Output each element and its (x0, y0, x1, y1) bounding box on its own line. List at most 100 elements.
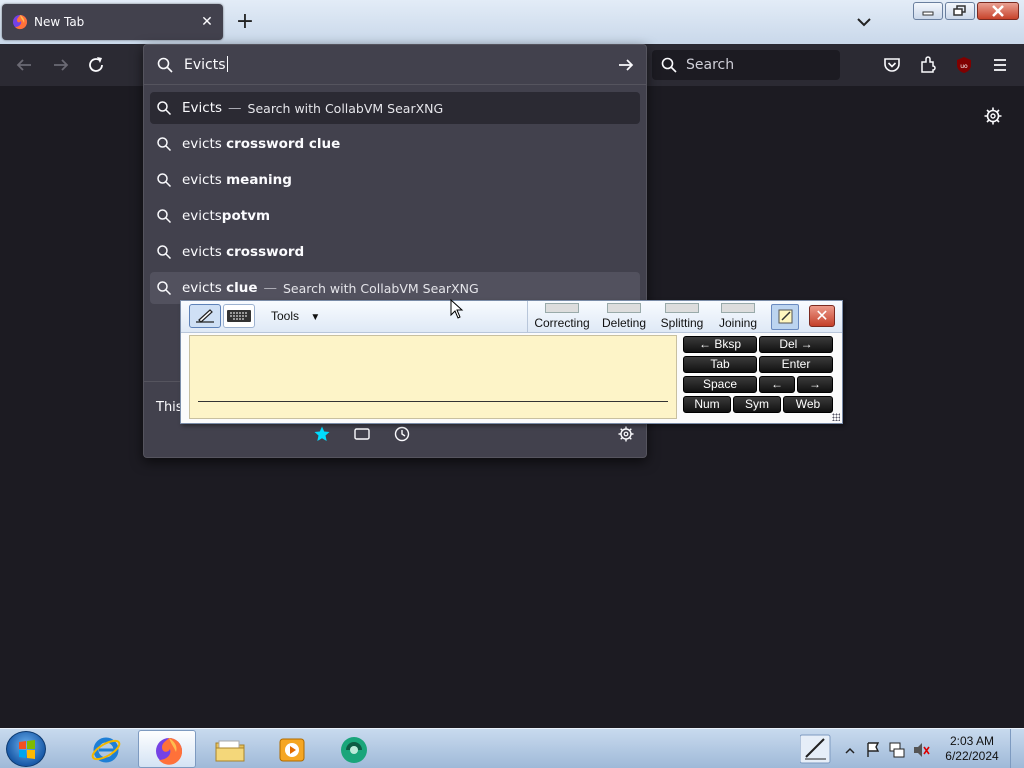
new-tab-plus-icon[interactable]: + (233, 10, 257, 34)
back-arrow-icon[interactable] (13, 54, 35, 76)
backspace-key[interactable]: ← Bksp (683, 336, 757, 353)
internet-explorer-icon (91, 737, 121, 763)
suggestion-text: Evicts (182, 100, 223, 116)
tab-strip: New Tab ✕ + (0, 0, 1024, 44)
suggestion-row[interactable]: Evicts — Search with CollabVM SearXNG (150, 92, 640, 124)
go-arrow-icon[interactable] (616, 55, 636, 75)
deleting-gesture-icon (607, 303, 641, 313)
taskbar-app-green[interactable] (324, 730, 382, 768)
suggestion-bold-text: potvm (221, 208, 271, 224)
address-bar-value[interactable]: Evicts (184, 57, 226, 73)
search-icon (157, 209, 172, 224)
delete-key[interactable]: Del → (759, 336, 833, 353)
suggestion-row[interactable]: evicts crossword clue (150, 128, 640, 160)
search-icon (157, 173, 172, 188)
keyboard-mode-button[interactable] (223, 304, 255, 328)
sym-key[interactable]: Sym (733, 396, 781, 413)
firefox-icon (13, 15, 28, 30)
history-clock-icon[interactable] (393, 425, 411, 443)
notification-area (799, 729, 930, 768)
joining-gesture-icon (721, 303, 755, 313)
gesture-splitting[interactable]: Splitting (656, 303, 708, 330)
svg-text:uo: uo (960, 63, 968, 70)
green-circle-app-icon (341, 737, 367, 763)
suggestion-text: evicts (182, 280, 227, 296)
suggestion-text: evicts (182, 172, 227, 188)
search-icon (157, 57, 173, 73)
personalize-newtab-gear-icon[interactable] (983, 106, 1003, 126)
start-button[interactable] (6, 731, 46, 767)
right-arrow-key[interactable]: → (797, 376, 833, 393)
tools-dropdown-icon: ▼ (310, 312, 321, 323)
search-icon (661, 57, 677, 73)
taskbar-media-player[interactable] (262, 730, 320, 768)
window-controls (913, 2, 1019, 20)
ublock-origin-icon[interactable]: uo (953, 54, 975, 76)
suggestion-action: Search with CollabVM SearXNG (247, 100, 444, 116)
tools-label: Tools (271, 309, 300, 323)
suggestion-text: evicts (182, 136, 227, 152)
search-bar[interactable]: Search (652, 50, 840, 80)
windows-logo-icon (19, 740, 35, 759)
web-key[interactable]: Web (783, 396, 833, 413)
suggestion-bold-text: meaning (226, 172, 292, 188)
search-icon (157, 245, 172, 260)
writing-baseline (198, 401, 668, 402)
num-key[interactable]: Num (683, 396, 731, 413)
enter-key[interactable]: Enter (759, 356, 833, 373)
close-input-panel-button[interactable]: ✕ (809, 305, 835, 327)
tablet-input-panel: Tools ▼ Correcting Deleting Splitting Jo… (180, 300, 843, 424)
show-hidden-icons-arrow-icon[interactable] (845, 747, 855, 754)
firefox-icon (156, 738, 183, 765)
gesture-label: Deleting (601, 316, 647, 330)
clock-date: 6/22/2024 (945, 749, 999, 763)
volume-muted-icon[interactable] (914, 743, 930, 757)
taskbar-internet-explorer[interactable] (76, 730, 134, 768)
show-desktop-button[interactable] (1010, 729, 1024, 768)
left-arrow-key[interactable]: ← (759, 376, 795, 393)
keyboard-icon (227, 310, 251, 322)
suggestion-row[interactable]: evicts potvm (150, 200, 640, 232)
tools-menu[interactable]: Tools ▼ (271, 309, 320, 323)
tab-close-icon[interactable]: ✕ (197, 12, 217, 32)
writing-pad[interactable] (189, 335, 677, 419)
forward-arrow-icon[interactable] (50, 54, 72, 76)
app-menu-hamburger-icon[interactable] (989, 54, 1011, 76)
resize-grip[interactable] (832, 413, 840, 421)
suggestion-row[interactable]: evicts meaning (150, 164, 640, 196)
taskbar-file-explorer[interactable] (200, 730, 258, 768)
suggestion-action: Search with CollabVM SearXNG (283, 280, 479, 296)
bookmarks-star-icon[interactable] (313, 425, 331, 443)
reload-icon[interactable] (85, 54, 107, 76)
extensions-puzzle-icon[interactable] (917, 54, 939, 76)
gesture-deleting[interactable]: Deleting (598, 303, 650, 330)
writing-pen-icon (196, 309, 214, 323)
taskbar: 2:03 AM 6/22/2024 (0, 728, 1024, 768)
address-bar[interactable]: Evicts (144, 45, 646, 85)
space-key[interactable]: Space (683, 376, 757, 393)
input-panel-toolbar: Tools ▼ Correcting Deleting Splitting Jo… (181, 301, 842, 333)
list-all-tabs-chevron-icon[interactable] (852, 12, 876, 32)
pocket-icon[interactable] (881, 54, 903, 76)
action-center-flag-icon[interactable] (867, 742, 880, 757)
tab-new-tab[interactable]: New Tab ✕ (2, 4, 223, 40)
help-button[interactable] (771, 304, 799, 330)
gesture-correcting[interactable]: Correcting (532, 303, 592, 330)
gesture-joining[interactable]: Joining (714, 303, 762, 330)
suggestion-row[interactable]: evicts crossword (150, 236, 640, 268)
writing-pad-mode-button[interactable] (189, 304, 221, 328)
close-window-button[interactable] (977, 2, 1019, 20)
search-settings-gear-icon[interactable] (617, 425, 635, 443)
pen-input-icon[interactable] (799, 734, 831, 764)
suggestion-bold-text: clue (226, 280, 258, 296)
network-icon[interactable] (889, 742, 905, 758)
suggestion-list: Evicts — Search with CollabVM SearXNG evict… (150, 92, 640, 308)
tab-key[interactable]: Tab (683, 356, 757, 373)
minimize-button[interactable] (913, 2, 943, 20)
tabs-icon[interactable] (353, 425, 371, 443)
gesture-label: Correcting (534, 316, 590, 330)
splitting-gesture-icon (665, 303, 699, 313)
system-clock[interactable]: 2:03 AM 6/22/2024 (940, 734, 1004, 764)
taskbar-firefox[interactable] (138, 730, 196, 768)
restore-button[interactable] (945, 2, 975, 20)
